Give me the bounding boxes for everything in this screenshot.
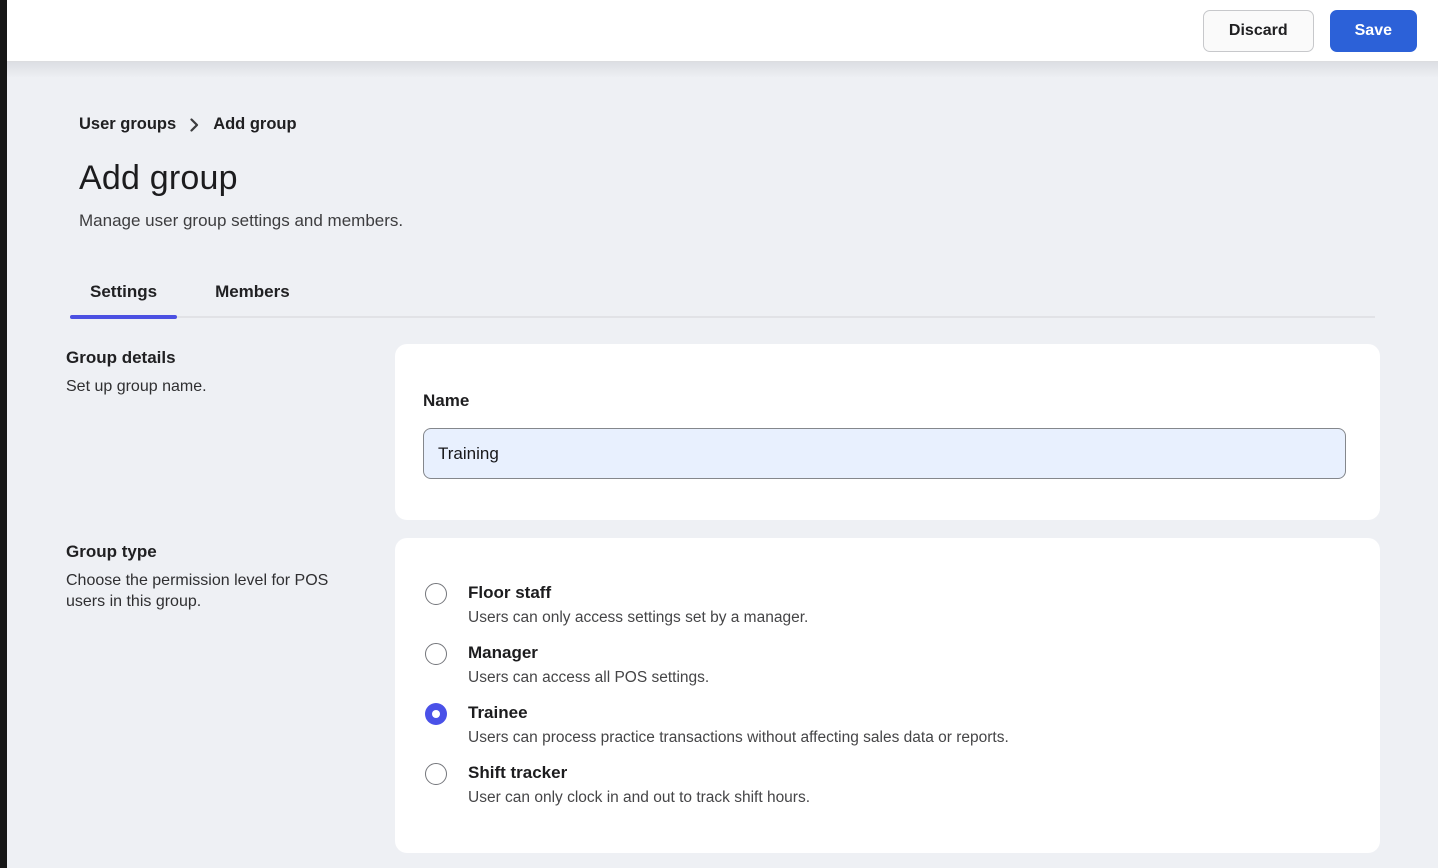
- top-action-bar: Discard Save: [0, 0, 1438, 62]
- group-name-input[interactable]: [423, 428, 1346, 479]
- breadcrumb: User groups Add group: [79, 115, 1380, 134]
- group-type-card: Floor staff Users can only access settin…: [395, 538, 1380, 853]
- group-type-label-column: Group type Choose the permission level f…: [66, 538, 382, 853]
- tab-settings[interactable]: Settings: [70, 272, 177, 316]
- radio-option-shift-tracker[interactable]: Shift tracker User can only clock in and…: [425, 762, 1346, 808]
- page-title: Add group: [79, 159, 1380, 198]
- radio-option-description: User can only clock in and out to track …: [468, 788, 810, 808]
- radio-button-icon[interactable]: [425, 763, 447, 785]
- breadcrumb-user-groups[interactable]: User groups: [79, 115, 176, 134]
- window-edge: [0, 0, 7, 868]
- group-type-row: Group type Choose the permission level f…: [66, 538, 1380, 853]
- radio-option-trainee[interactable]: Trainee Users can process practice trans…: [425, 702, 1346, 748]
- radio-option-text: Floor staff Users can only access settin…: [468, 582, 808, 628]
- group-details-label-column: Group details Set up group name.: [66, 344, 382, 520]
- group-details-description: Set up group name.: [66, 376, 356, 397]
- group-type-description: Choose the permission level for POS user…: [66, 570, 356, 612]
- save-button[interactable]: Save: [1330, 10, 1417, 52]
- radio-button-icon[interactable]: [425, 643, 447, 665]
- group-name-card: Name: [395, 344, 1380, 520]
- radio-option-label: Manager: [468, 642, 709, 664]
- breadcrumb-add-group: Add group: [213, 115, 296, 134]
- page-subtitle: Manage user group settings and members.: [79, 211, 1380, 231]
- radio-option-label: Trainee: [468, 702, 1009, 724]
- group-details-heading: Group details: [66, 348, 382, 368]
- tab-bar: Settings Members: [70, 272, 1375, 318]
- radio-option-manager[interactable]: Manager Users can access all POS setting…: [425, 642, 1346, 688]
- radio-option-label: Floor staff: [468, 582, 808, 604]
- tab-members[interactable]: Members: [195, 272, 310, 316]
- radio-button-icon[interactable]: [425, 703, 447, 725]
- add-group-page: User groups Add group Add group Manage u…: [0, 115, 1438, 853]
- radio-option-floor-staff[interactable]: Floor staff Users can only access settin…: [425, 582, 1346, 628]
- radio-option-description: Users can process practice transactions …: [468, 728, 1009, 748]
- chevron-right-icon: [190, 118, 199, 132]
- name-field-label: Name: [423, 391, 469, 410]
- radio-option-label: Shift tracker: [468, 762, 810, 784]
- radio-option-text: Trainee Users can process practice trans…: [468, 702, 1009, 748]
- radio-option-description: Users can access all POS settings.: [468, 668, 709, 688]
- radio-option-text: Shift tracker User can only clock in and…: [468, 762, 810, 808]
- group-type-heading: Group type: [66, 542, 382, 562]
- radio-option-text: Manager Users can access all POS setting…: [468, 642, 709, 688]
- group-details-row: Group details Set up group name. Name: [66, 344, 1380, 520]
- radio-option-description: Users can only access settings set by a …: [468, 608, 808, 628]
- header-scroll-shadow: [0, 62, 1438, 78]
- discard-button[interactable]: Discard: [1203, 10, 1314, 52]
- radio-button-icon[interactable]: [425, 583, 447, 605]
